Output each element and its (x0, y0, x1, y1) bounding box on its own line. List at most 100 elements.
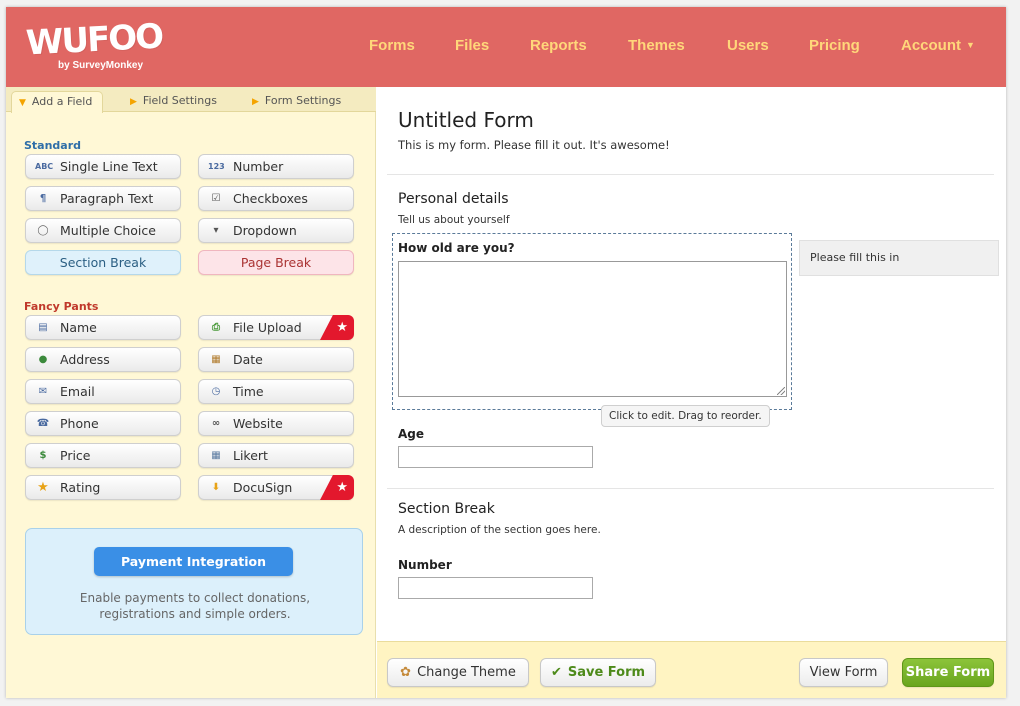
section-description: Tell us about yourself (398, 214, 510, 226)
add-likert-button[interactable]: ▦ Likert (198, 443, 354, 468)
form-description[interactable]: This is my form. Please fill it out. It'… (398, 138, 670, 152)
form-title[interactable]: Untitled Form (398, 108, 534, 132)
paragraph-icon: ¶ (39, 193, 47, 204)
add-rating-button[interactable]: ★ Rating (25, 475, 181, 500)
field-button-label: Address (60, 352, 110, 367)
radio-icon: ◯ (37, 225, 49, 236)
field-palette-panel: ▼ Add a Field ▶ Field Settings ▶ Form Setti… (6, 87, 376, 698)
tab-label: Form Settings (264, 94, 342, 107)
tooltip: Click to edit. Drag to reorder. (601, 405, 770, 427)
button-label: Save Form (567, 665, 646, 680)
tab-add-a-field[interactable]: ▼ Add a Field (11, 91, 104, 113)
dropdown-icon: ▾ (213, 225, 219, 236)
tab-form-settings[interactable]: ▶ Form Settings (252, 91, 341, 112)
field-button-label: Phone (60, 416, 99, 431)
add-website-button[interactable]: ∞ Website (198, 411, 354, 436)
field-label-age: Age (398, 427, 425, 441)
add-checkboxes-button[interactable]: ☑ Checkboxes (198, 186, 354, 211)
caret-down-icon: ▼ (966, 40, 975, 50)
resize-grip-icon[interactable] (777, 387, 785, 395)
envelope-icon: ✉ (38, 386, 48, 397)
field-button-label: Email (60, 384, 95, 399)
add-price-button[interactable]: $ Price (25, 443, 181, 468)
nav-files[interactable]: Files (455, 37, 489, 54)
money-icon: $ (39, 450, 47, 461)
nav-themes[interactable]: Themes (628, 37, 685, 54)
app-window: WUFOO by SurveyMonkey Forms Files Report… (6, 7, 1006, 698)
how-old-textarea[interactable] (398, 261, 787, 397)
field-button-label: Price (60, 448, 91, 463)
field-label-number: Number (398, 558, 452, 572)
form-preview: Untitled Form This is my form. Please fi… (377, 87, 1006, 641)
nav-users[interactable]: Users (727, 37, 769, 54)
add-single-line-text-button[interactable]: ABC Single Line Text (25, 154, 181, 179)
add-dropdown-button[interactable]: ▾ Dropdown (198, 218, 354, 243)
add-paragraph-text-button[interactable]: ¶ Paragraph Text (25, 186, 181, 211)
premium-star-icon: ★ (320, 475, 354, 500)
divider (387, 488, 994, 489)
globe-icon: ● (38, 354, 48, 365)
add-name-button[interactable]: ▤ Name (25, 315, 181, 340)
add-date-button[interactable]: ▦ Date (198, 347, 354, 372)
top-header: WUFOO by SurveyMonkey Forms Files Report… (6, 7, 1006, 87)
calendar-icon: ▦ (211, 354, 221, 365)
field-button-label: Likert (233, 448, 268, 463)
standard-heading: Standard (24, 139, 82, 152)
add-email-button[interactable]: ✉ Email (25, 379, 181, 404)
add-section-break-button[interactable]: Section Break (25, 250, 181, 275)
triangle-down-icon: ▼ (19, 98, 26, 108)
button-label: Change Theme (417, 665, 516, 680)
view-form-button[interactable]: View Form (799, 658, 888, 687)
field-button-label: Single Line Text (60, 159, 158, 174)
share-form-button[interactable]: Share Form (902, 658, 994, 687)
tab-label: Add a Field (31, 95, 93, 108)
panel-tabs: ▼ Add a Field ▶ Field Settings ▶ Form Setti… (6, 87, 376, 113)
likert-grid-icon: ▦ (211, 450, 221, 461)
abc-icon: ABC (35, 162, 54, 171)
add-phone-button[interactable]: ☎ Phone (25, 411, 181, 436)
add-address-button[interactable]: ● Address (25, 347, 181, 372)
field-button-label: Paragraph Text (60, 191, 154, 206)
save-form-button[interactable]: ✔ Save Form (540, 658, 656, 687)
field-label-how-old: How old are you? (398, 241, 515, 255)
clock-icon: ◷ (211, 386, 221, 397)
field-button-label: Name (60, 320, 97, 335)
nav-reports[interactable]: Reports (530, 37, 587, 54)
field-instructions: Please fill this in (799, 240, 999, 276)
section-title[interactable]: Section Break (398, 501, 495, 517)
palette-icon: ✿ (400, 665, 412, 680)
nav-account-label: Account (901, 37, 961, 54)
docusign-icon: ⬇ (211, 482, 221, 493)
add-page-break-button[interactable]: Page Break (198, 250, 354, 275)
checkmark-icon: ✔ (550, 665, 562, 680)
number-icon: 123 (208, 162, 225, 171)
tab-label: Field Settings (142, 94, 217, 107)
payment-integration-box: Payment Integration Enable payments to c… (25, 528, 363, 635)
main-nav: Forms Files Reports Themes Users Pricing… (6, 37, 1006, 57)
add-time-button[interactable]: ◷ Time (198, 379, 354, 404)
nav-account[interactable]: Account ▼ (901, 37, 975, 54)
divider (387, 174, 994, 175)
tab-field-settings[interactable]: ▶ Field Settings (130, 91, 217, 112)
add-docusign-button[interactable]: ⬇ DocuSign ★ (198, 475, 354, 500)
nav-forms[interactable]: Forms (369, 37, 415, 54)
nav-pricing[interactable]: Pricing (809, 37, 860, 54)
section-title[interactable]: Personal details (398, 191, 509, 207)
change-theme-button[interactable]: ✿ Change Theme (387, 658, 529, 687)
field-button-label: Website (233, 416, 283, 431)
field-button-label: Time (233, 384, 264, 399)
add-multiple-choice-button[interactable]: ◯ Multiple Choice (25, 218, 181, 243)
field-button-label: Rating (60, 480, 101, 495)
age-input[interactable] (398, 446, 593, 468)
fancy-pants-heading: Fancy Pants (24, 300, 99, 313)
add-file-upload-button[interactable]: ⎙ File Upload ★ (198, 315, 354, 340)
field-button-label: File Upload (233, 320, 302, 335)
number-input[interactable] (398, 577, 593, 599)
add-number-button[interactable]: 123 Number (198, 154, 354, 179)
payment-integration-button[interactable]: Payment Integration (94, 547, 293, 576)
form-action-bar: ✿ Change Theme ✔ Save Form View Form Share… (377, 641, 1006, 698)
checkbox-icon: ☑ (211, 193, 221, 204)
name-card-icon: ▤ (38, 322, 48, 333)
payment-description: Enable payments to collect donations, re… (79, 591, 311, 621)
star-icon: ★ (37, 480, 49, 495)
